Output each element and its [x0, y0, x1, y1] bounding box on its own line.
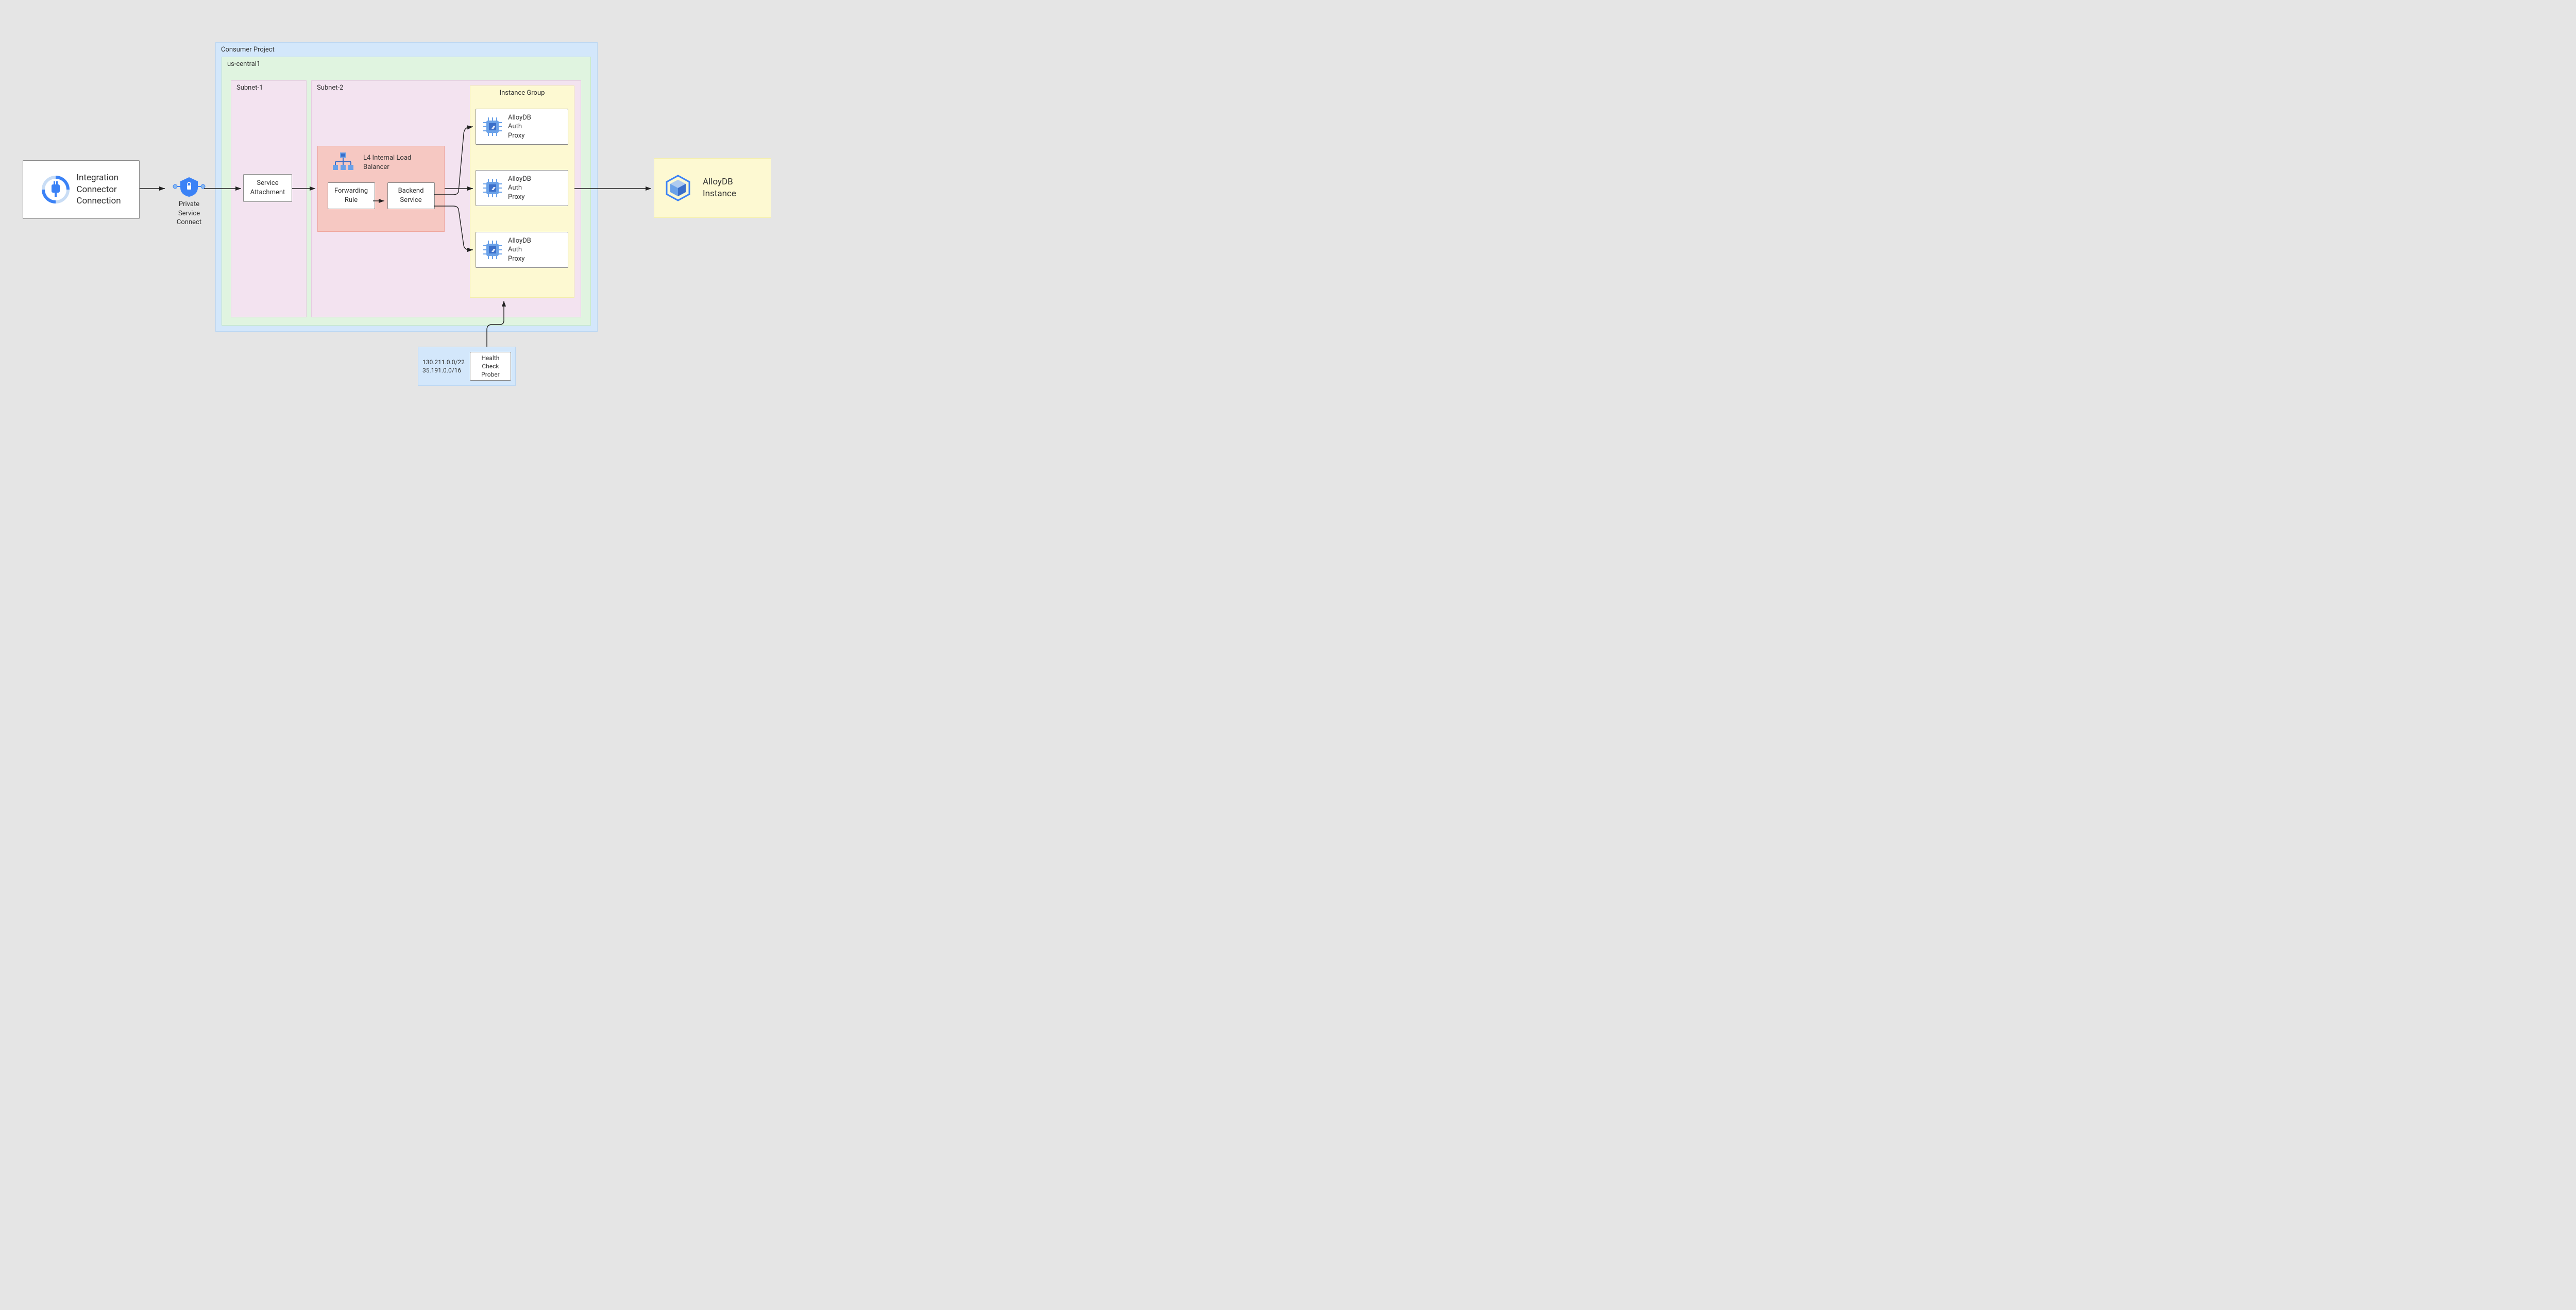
consumer-project-label: Consumer Project [216, 43, 597, 57]
alloydb-instance-card: AlloyDB Instance [654, 158, 771, 218]
psc-node: Private Service Connect [166, 175, 212, 227]
forwarding-rule-box: Forwarding Rule [328, 182, 375, 209]
chip-icon [481, 115, 504, 138]
proxy-label: AlloyDB Auth Proxy [508, 113, 531, 141]
psc-icon [166, 175, 212, 198]
forwarding-rule-label: Forwarding Rule [334, 186, 368, 205]
backend-service-box: Backend Service [387, 182, 435, 209]
connector-icon [41, 175, 70, 204]
health-check-prober-box: Health Check Prober [470, 352, 511, 381]
health-check-box: 130.211.0.0/22 35.191.0.0/16 Health Chec… [418, 347, 516, 386]
chip-icon [481, 239, 504, 261]
region-label: us-central1 [222, 57, 590, 71]
proxy-instance-2: AlloyDB Auth Proxy [476, 170, 568, 206]
subnet1-label: Subnet-1 [231, 81, 306, 95]
instance-group-label: Instance Group [470, 86, 574, 100]
backend-service-label: Backend Service [398, 186, 424, 205]
chip-icon [481, 177, 504, 199]
health-check-ips: 130.211.0.0/22 35.191.0.0/16 [422, 358, 465, 375]
psc-label: Private Service Connect [166, 200, 212, 227]
proxy-label: AlloyDB Auth Proxy [508, 236, 531, 264]
load-balancer-box: L4 Internal Load Balancer Forwarding Rul… [317, 146, 445, 232]
health-check-label: Health Check Prober [472, 354, 509, 379]
service-attachment-label: Service Attachment [250, 179, 285, 197]
load-balancer-title: L4 Internal Load Balancer [363, 154, 411, 172]
alloydb-icon [663, 173, 693, 203]
proxy-instance-1: AlloyDB Auth Proxy [476, 109, 568, 145]
proxy-label: AlloyDB Auth Proxy [508, 175, 531, 202]
alloydb-instance-label: AlloyDB Instance [703, 176, 736, 200]
service-attachment-box: Service Attachment [243, 174, 292, 202]
proxy-instance-3: AlloyDB Auth Proxy [476, 232, 568, 268]
integration-connector-card: Integration Connector Connection [23, 160, 140, 219]
integration-connector-label: Integration Connector Connection [76, 172, 121, 208]
load-balancer-icon [331, 151, 355, 172]
